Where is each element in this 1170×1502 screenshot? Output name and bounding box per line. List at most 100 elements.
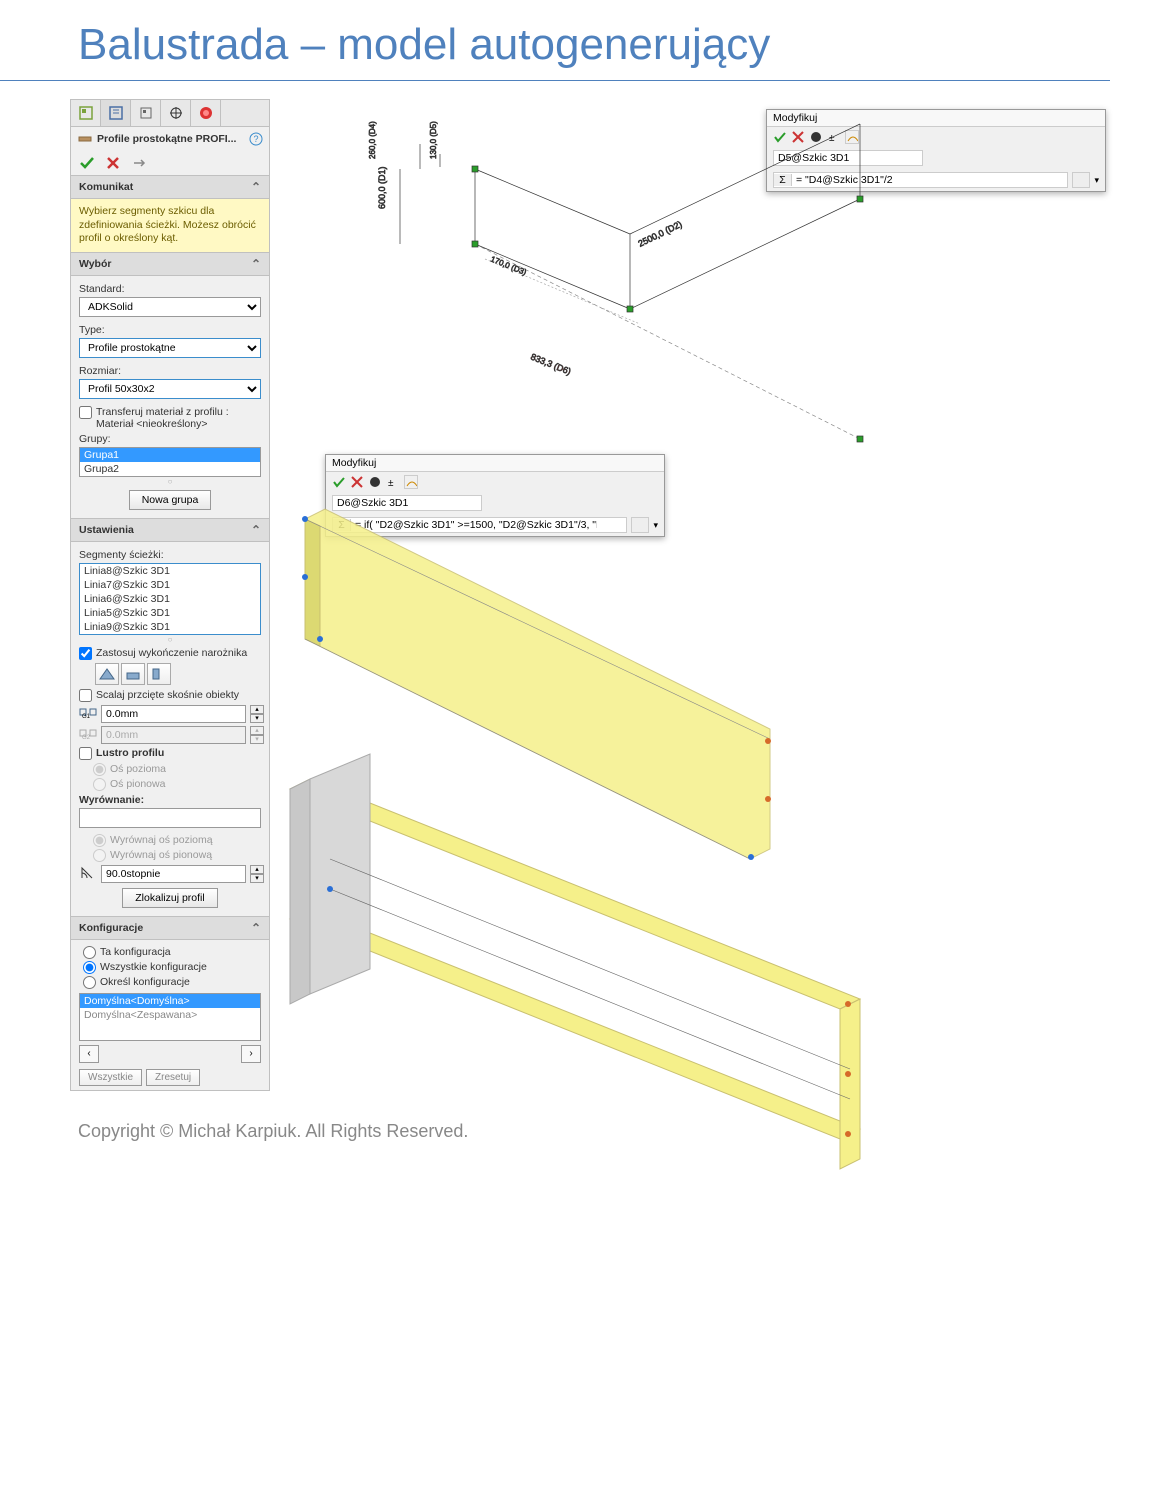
section-konfiguracje[interactable]: Konfiguracje ⌃	[71, 916, 269, 940]
config-item-selected[interactable]: Domyślna<Domyślna>	[80, 994, 260, 1008]
section-wybor[interactable]: Wybór ⌃	[71, 252, 269, 276]
locate-profile-button[interactable]: Zlokalizuj profil	[122, 888, 217, 908]
tab-property-manager-icon[interactable]	[101, 100, 131, 126]
rozmiar-label: Rozmiar:	[79, 365, 261, 377]
segments-listbox[interactable]: Linia8@Szkic 3D1 Linia7@Szkic 3D1 Linia6…	[79, 563, 261, 635]
segment-item[interactable]: Linia7@Szkic 3D1	[80, 578, 260, 592]
group-item-1[interactable]: Grupa1	[80, 448, 260, 462]
section-konfiguracje-label: Konfiguracje	[79, 922, 143, 934]
chevron-up-icon: ⌃	[251, 523, 261, 537]
confirm-row	[71, 151, 269, 175]
nowa-grupa-button[interactable]: Nowa grupa	[129, 490, 212, 510]
segment-item[interactable]: Linia6@Szkic 3D1	[80, 592, 260, 606]
svg-text:833,3 (D6): 833,3 (D6)	[529, 352, 572, 377]
grupy-label: Grupy:	[79, 433, 261, 445]
section-komunikat[interactable]: Komunikat ⌃	[71, 175, 269, 199]
all-configs-label: Wszystkie konfiguracje	[100, 961, 207, 973]
section-wybor-label: Wybór	[79, 258, 111, 270]
transfer-material-label: Transferuj materiał z profilu : Materiał…	[96, 406, 261, 430]
feature-header: Profile prostokątne PROFI... ?	[71, 127, 269, 151]
panel-tabs	[71, 100, 269, 127]
section-ustawienia[interactable]: Ustawienia ⌃	[71, 518, 269, 542]
transfer-material-checkbox[interactable]	[79, 406, 92, 419]
end-miter-icon[interactable]	[95, 663, 119, 685]
spin-up[interactable]: ▴	[250, 865, 264, 874]
message-box: Wybierz segmenty szkicu dla zdefiniowani…	[71, 199, 269, 252]
chevron-up-icon: ⌃	[251, 180, 261, 194]
spin-down: ▾	[250, 735, 264, 744]
svg-text:G1: G1	[82, 714, 91, 719]
axis-v-label: Oś pionowa	[110, 778, 165, 790]
segment-item[interactable]: Linia8@Szkic 3D1	[80, 564, 260, 578]
help-icon[interactable]: ?	[249, 132, 263, 146]
property-manager-panel: Profile prostokątne PROFI... ? Komunikat…	[70, 99, 270, 1091]
sketch-wireframe: 600,0 (D1) 260,0 (D4) 130,0 (D5) 170,0 (…	[270, 99, 910, 1199]
merge-miter-label: Scalaj przcięte skośnie obiekty	[96, 689, 239, 701]
axis-h-radio	[93, 763, 106, 776]
axis-v-radio	[93, 778, 106, 791]
corner-treatment-label: Zastosuj wykończenie narożnika	[96, 647, 247, 659]
spin-down[interactable]: ▾	[250, 714, 264, 723]
svg-text:?: ?	[253, 134, 258, 144]
zresetuj-button: Zresetuj	[146, 1069, 200, 1086]
svg-text:2500,0 (D2): 2500,0 (D2)	[636, 219, 683, 249]
end-butt2-icon[interactable]	[147, 663, 171, 685]
scroll-left-button[interactable]: ‹	[79, 1045, 99, 1063]
groups-listbox[interactable]: Grupa1 Grupa2	[79, 447, 261, 477]
units-icon[interactable]	[1072, 172, 1090, 188]
tab-dimxpert-icon[interactable]	[161, 100, 191, 126]
align-v-radio	[93, 849, 106, 862]
gap-g2-input	[101, 726, 246, 744]
mirror-profile-checkbox[interactable]	[79, 747, 92, 760]
align-v-label: Wyrównaj oś pionową	[110, 849, 212, 861]
dropdown-icon[interactable]: ▾	[1094, 175, 1099, 186]
alignment-label: Wyrównanie:	[79, 794, 261, 806]
tab-feature-tree-icon[interactable]	[71, 100, 101, 126]
specify-configs-radio[interactable]	[83, 976, 96, 989]
rotation-angle-icon	[79, 865, 97, 884]
align-h-label: Wyrównaj oś poziomą	[110, 834, 213, 846]
svg-text:130,0 (D5): 130,0 (D5)	[429, 121, 438, 159]
rozmiar-select[interactable]: Profil 50x30x2	[79, 379, 261, 399]
segmenty-label: Segmenty ścieżki:	[79, 549, 261, 561]
svg-text:G2: G2	[82, 735, 91, 740]
svg-text:600,0 (D1): 600,0 (D1)	[377, 166, 387, 209]
cancel-icon[interactable]	[105, 155, 121, 171]
rotation-angle-input[interactable]	[101, 865, 246, 883]
config-listbox[interactable]: Domyślna<Domyślna> Domyślna<Zespawana>	[79, 993, 261, 1041]
type-label: Type:	[79, 324, 261, 336]
merge-miter-checkbox[interactable]	[79, 689, 92, 702]
alignment-input[interactable]	[79, 808, 261, 828]
spin-down[interactable]: ▾	[250, 874, 264, 883]
scroll-right-button[interactable]: ›	[241, 1045, 261, 1063]
chevron-up-icon: ⌃	[251, 257, 261, 271]
corner-treatment-checkbox[interactable]	[79, 647, 92, 660]
mirror-profile-label: Lustro profilu	[96, 747, 164, 759]
spin-up[interactable]: ▴	[250, 705, 264, 714]
specify-configs-label: Określ konfiguracje	[100, 976, 190, 988]
graphics-viewport[interactable]: Modyfikuj ± D5@Szkic 3D1 Σ ▾ Modyfikuj	[270, 99, 1110, 1091]
section-komunikat-label: Komunikat	[79, 181, 133, 193]
segment-item[interactable]: Linia9@Szkic 3D1	[80, 620, 260, 634]
this-config-radio[interactable]	[83, 946, 96, 959]
corner-icons-row	[95, 663, 261, 685]
structural-member-icon	[77, 131, 93, 147]
section-ustawienia-label: Ustawienia	[79, 524, 134, 536]
all-configs-radio[interactable]	[83, 961, 96, 974]
this-config-label: Ta konfiguracja	[100, 946, 171, 958]
spin-up: ▴	[250, 726, 264, 735]
type-select[interactable]: Profile prostokątne	[79, 338, 261, 358]
end-butt1-icon[interactable]	[121, 663, 145, 685]
ok-icon[interactable]	[79, 155, 95, 171]
page-title: Balustrada – model autogenerujący	[0, 0, 1110, 81]
pushpin-icon[interactable]	[131, 155, 147, 171]
standard-label: Standard:	[79, 283, 261, 295]
config-item[interactable]: Domyślna<Zespawana>	[80, 1008, 260, 1022]
axis-h-label: Oś pozioma	[110, 763, 166, 775]
segment-item[interactable]: Linia5@Szkic 3D1	[80, 606, 260, 620]
tab-config-icon[interactable]	[131, 100, 161, 126]
standard-select[interactable]: ADKSolid	[79, 297, 261, 317]
gap-g1-input[interactable]	[101, 705, 246, 723]
tab-appearance-icon[interactable]	[191, 100, 221, 126]
group-item-2[interactable]: Grupa2	[80, 462, 260, 476]
